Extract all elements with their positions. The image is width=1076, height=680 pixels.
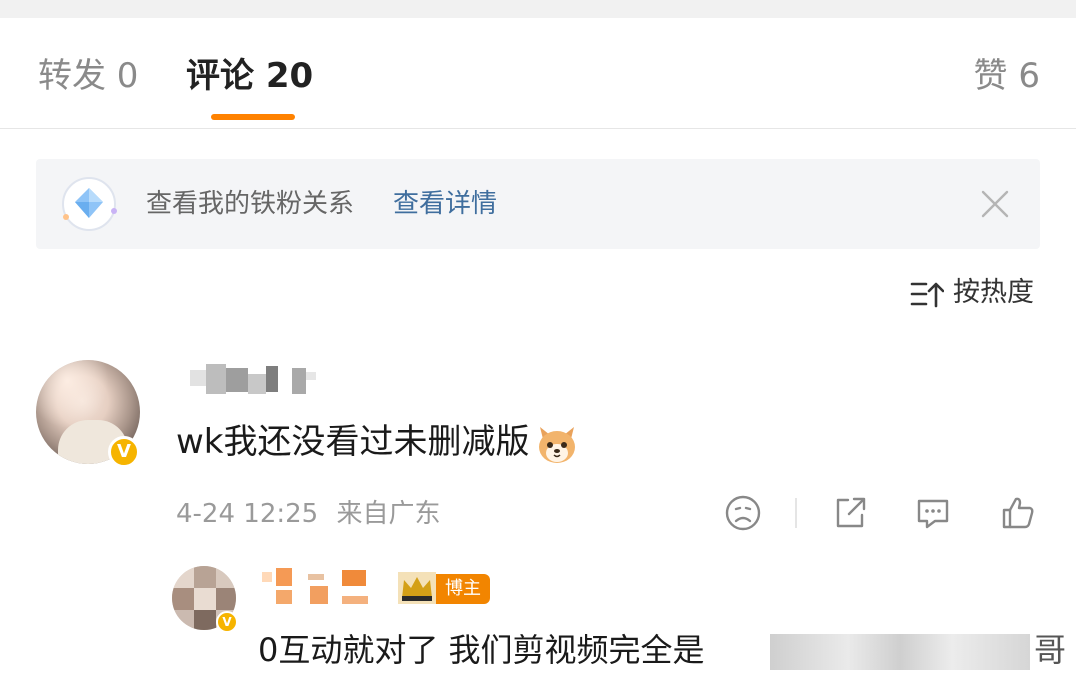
- close-icon[interactable]: [978, 187, 1012, 221]
- crown-icon: [398, 572, 436, 604]
- dog-emoji-icon: [538, 426, 575, 463]
- fan-relationship-banner[interactable]: 查看我的铁粉关系 查看详情: [36, 159, 1040, 249]
- tab-like[interactable]: 赞 6: [974, 56, 1040, 96]
- sort-by-hot[interactable]: 按热度: [910, 274, 1040, 314]
- comment-time: 4-24 12:25: [176, 499, 319, 529]
- action-divider: [795, 498, 797, 528]
- username-redacted[interactable]: [190, 364, 326, 394]
- comment-meta: 4-24 12:25 来自广东: [176, 496, 440, 532]
- comment-text: wk我还没看过未删减版: [176, 420, 580, 467]
- reply-username-redacted[interactable]: [262, 568, 380, 606]
- verified-badge: V: [108, 436, 140, 468]
- top-bar: [0, 0, 1076, 18]
- reply-text-tail: 哥: [1034, 631, 1067, 669]
- dislike-face-icon[interactable]: [723, 493, 763, 533]
- reply-verified-badge: V: [216, 611, 238, 633]
- banner-text: 查看我的铁粉关系: [146, 189, 355, 219]
- tab-repost[interactable]: 转发 0: [38, 56, 138, 96]
- tab-bar: 转发 0 评论 20 赞 6: [0, 18, 1076, 129]
- author-badge: 博主: [436, 574, 490, 604]
- share-icon[interactable]: [830, 493, 870, 533]
- sort-icon: [910, 282, 944, 308]
- tab-comment[interactable]: 评论 20: [186, 56, 313, 96]
- comment-location: 来自广东: [336, 499, 441, 529]
- sort-label: 按热度: [953, 277, 1034, 308]
- comment-body: wk我还没看过未删减版: [176, 422, 530, 462]
- comment-icon[interactable]: [913, 493, 953, 533]
- reply-text: 0互动就对了 我们剪视频完全是: [258, 631, 705, 669]
- active-tab-indicator: [211, 114, 295, 120]
- diamond-icon: [62, 177, 117, 231]
- thumbs-up-icon[interactable]: [998, 493, 1038, 533]
- reply-text-redacted: [770, 634, 1030, 670]
- view-details-link[interactable]: 查看详情: [393, 186, 497, 222]
